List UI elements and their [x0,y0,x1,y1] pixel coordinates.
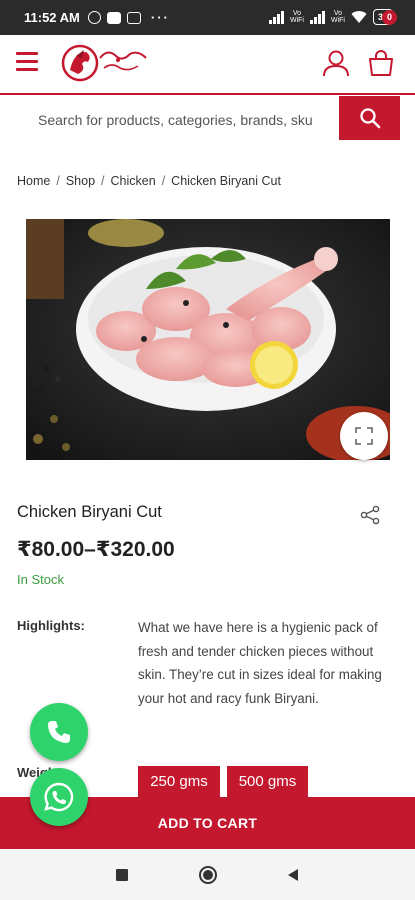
weight-option-250[interactable]: 250 gms [138,766,220,798]
volte-label-2: Vo WiFi [330,10,345,24]
youtube-icon [106,11,121,24]
status-bar: 11:52 AM ··· Vo WiFi Vo WiFi 38 [0,0,415,35]
phone-icon [48,721,70,743]
breadcrumb-separator: / [101,174,105,188]
product-title: Chicken Biryani Cut [17,503,162,521]
search-icon [359,108,380,129]
search-input[interactable] [0,98,338,142]
stock-status: In Stock [17,572,64,587]
search-bar [0,93,415,149]
breadcrumb-separator: / [56,174,60,188]
wifi-icon [351,11,367,23]
menu-icon[interactable] [16,52,38,71]
signal-icon-2 [309,10,325,24]
recents-icon[interactable] [116,869,128,881]
breadcrumb: Home / Shop / Chicken / Chicken Biryani … [17,174,281,188]
call-button[interactable] [30,703,88,761]
cart-count-badge: 0 [382,10,397,25]
volte-label-1: Vo WiFi [289,10,304,24]
store-logo[interactable] [60,40,155,86]
whatsapp-icon [44,782,74,812]
system-nav-bar [0,849,415,900]
status-time: 11:52 AM [24,10,80,25]
account-icon[interactable] [322,49,350,77]
site-header: 0 [0,10,415,93]
product-image[interactable] [26,219,390,460]
back-icon[interactable] [285,867,301,883]
share-icon[interactable] [360,505,380,525]
breadcrumb-chicken[interactable]: Chicken [111,174,156,188]
expand-icon [355,427,373,445]
breadcrumb-shop[interactable]: Shop [66,174,95,188]
more-notifications-icon: ··· [150,10,170,25]
highlights-text: What we have here is a hygienic pack of … [138,620,382,706]
zoom-button[interactable] [340,412,388,460]
signal-icon [268,10,284,24]
product-price: ₹80.00–₹320.00 [17,538,175,561]
breadcrumb-current: Chicken Biryani Cut [171,174,281,188]
breadcrumb-home[interactable]: Home [17,174,50,188]
alarm-icon [87,11,101,24]
chicken-bowl-photo [26,219,390,460]
whatsapp-button[interactable] [30,768,88,826]
search-button[interactable] [339,96,400,140]
status-notification-icons [87,11,141,24]
home-icon[interactable] [198,865,218,885]
cart-icon[interactable] [367,49,395,77]
highlights-label: Highlights: [17,618,85,633]
status-right-icons: Vo WiFi Vo WiFi 38 [268,9,393,25]
breadcrumb-separator: / [161,174,166,188]
message-icon [126,11,141,24]
weight-option-500[interactable]: 500 gms [227,766,308,798]
